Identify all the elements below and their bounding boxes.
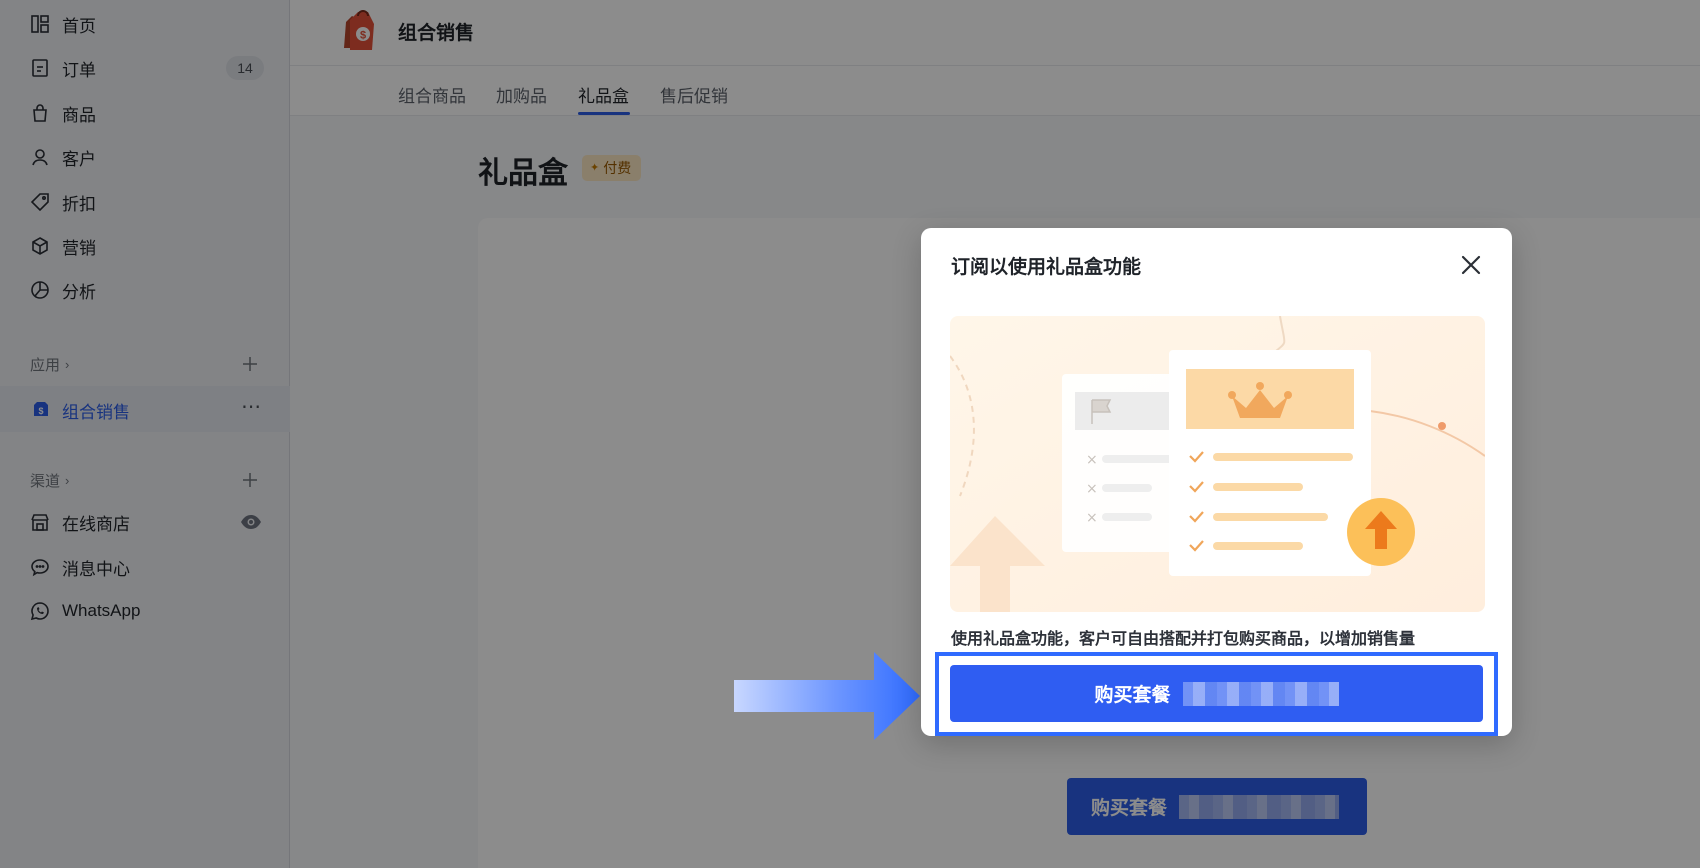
buy-plan-button[interactable]: 购买套餐 — [950, 665, 1483, 722]
svg-text:×: × — [1086, 510, 1098, 526]
subscribe-modal: 订阅以使用礼品盒功能 × × × 使用礼品盒功能，客户可自由搭配并打包购买商品，… — [921, 228, 1512, 736]
gift-box-illustration: × × × — [950, 316, 1485, 612]
modal-description: 使用礼品盒功能，客户可自由搭配并打包购买商品，以增加销售量 — [951, 631, 1416, 648]
modal-title: 订阅以使用礼品盒功能 — [951, 257, 1142, 278]
svg-text:×: × — [1086, 452, 1098, 468]
redacted-price — [1182, 681, 1339, 706]
close-icon[interactable] — [1458, 252, 1484, 278]
buy-plan-label: 购买套餐 — [1094, 685, 1171, 706]
pointer-arrow-icon — [734, 652, 920, 740]
svg-text:×: × — [1086, 481, 1098, 497]
